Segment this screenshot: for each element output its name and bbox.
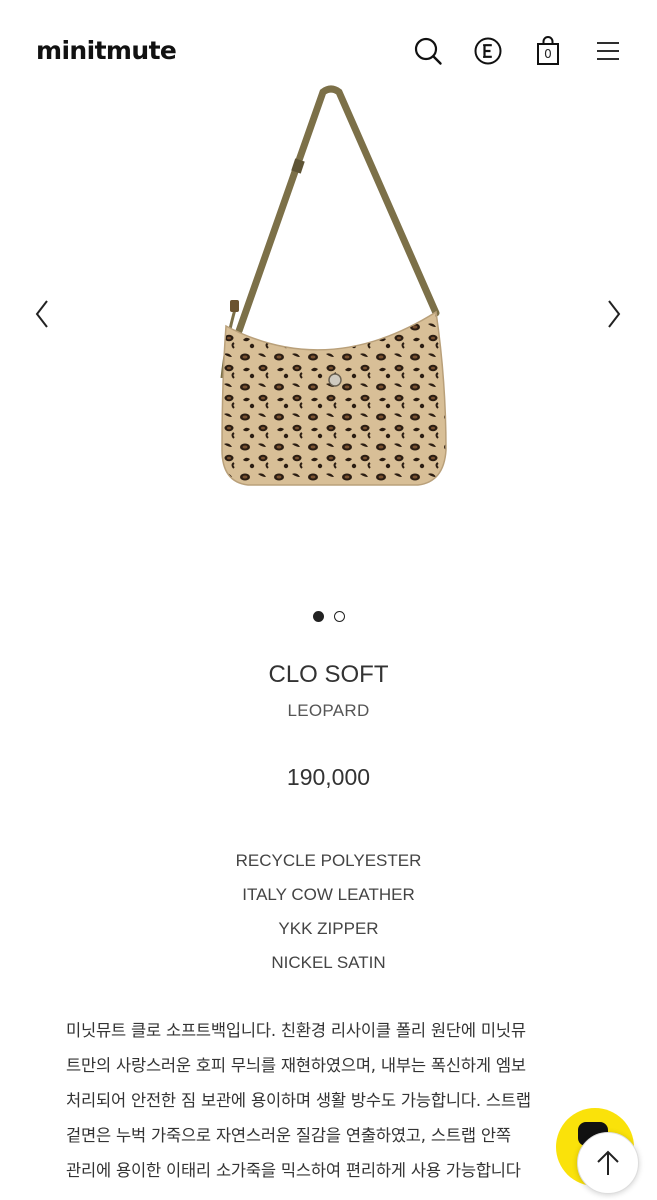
product-color: LEOPARD xyxy=(287,701,370,720)
slide-dot-2[interactable] xyxy=(333,611,345,622)
scroll-to-top-button[interactable] xyxy=(577,1132,639,1194)
next-slide-button[interactable] xyxy=(602,296,626,332)
material-item: ITALY COW LEATHER xyxy=(242,885,415,904)
product-image xyxy=(220,85,447,486)
cart-button[interactable]: 0 xyxy=(531,34,565,68)
menu-button[interactable] xyxy=(591,34,625,68)
product-image-gallery[interactable] xyxy=(0,80,657,550)
product-price: 190,000 xyxy=(286,764,371,790)
brand-logo[interactable]: minitmute xyxy=(36,36,177,65)
arrow-up-icon xyxy=(597,1150,619,1175)
search-button[interactable] xyxy=(411,34,445,68)
chevron-right-icon xyxy=(608,300,621,328)
description-line: 겉면은 누벅 가죽으로 자연스러운 질감을 연출하였고, 스트랩 안쪽 xyxy=(66,1126,511,1145)
description-line: 처리되어 안전한 짐 보관에 용이하며 생활 방수도 가능합니다. 스트랩 xyxy=(66,1091,531,1110)
material-item: NICKEL SATIN xyxy=(271,953,386,972)
prev-slide-button[interactable] xyxy=(30,296,54,332)
material-item: RECYCLE POLYESTER xyxy=(235,851,422,870)
product-name: CLO SOFT xyxy=(268,661,389,688)
description-line: 관리에 용이한 이태리 소가죽을 믹스하여 편리하게 사용 가능합니다 xyxy=(66,1161,521,1180)
slide-indicator xyxy=(0,611,657,622)
product-description: 미닛뮤트 클로 소프트백입니다. 친환경 리사이클 폴리 원단에 미닛뮤 트만의… xyxy=(66,1013,606,1188)
description-line: 미닛뮤트 클로 소프트백입니다. 친환경 리사이클 폴리 원단에 미닛뮤 xyxy=(66,1021,526,1040)
menu-icon xyxy=(597,42,619,60)
materials-list: RECYCLE POLYESTER ITALY COW LEATHER YKK … xyxy=(0,850,657,986)
chevron-left-icon xyxy=(35,300,48,328)
currency-icon xyxy=(474,37,502,65)
search-icon xyxy=(414,37,442,65)
description-line: 트만의 사랑스러운 호피 무늬를 재현하였으며, 내부는 폭신하게 엠보 xyxy=(66,1056,526,1075)
material-item: YKK ZIPPER xyxy=(278,919,379,938)
cart-count: 0 xyxy=(544,47,552,61)
slide-dot-1[interactable] xyxy=(312,611,324,622)
currency-button[interactable] xyxy=(471,34,505,68)
